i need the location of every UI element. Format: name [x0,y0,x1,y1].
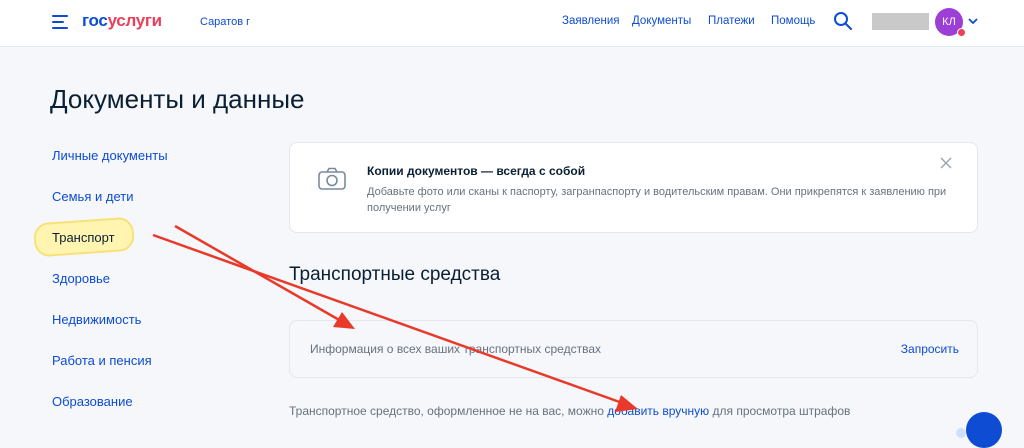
sidebar-item-work-pension[interactable]: Работа и пенсия [52,353,152,368]
note-text-before: Транспортное средство, оформленное не на… [289,404,608,418]
nav-help[interactable]: Помощь [771,15,815,27]
logo-part-1: гос [82,11,108,30]
search-icon[interactable] [833,11,853,31]
add-manually-note: Транспортное средство, оформленное не на… [289,404,850,418]
section-title-vehicles: Транспортные средства [289,264,501,285]
camera-icon [318,167,346,190]
nav-applications[interactable]: Заявления [562,15,620,27]
request-button[interactable]: Запросить [901,342,959,356]
user-name-redacted[interactable] [872,13,929,30]
banner-text: Добавьте фото или сканы к паспорту, загр… [367,186,947,214]
page-title: Документы и данные [50,84,305,114]
sidebar-item-health[interactable]: Здоровье [52,271,110,286]
vehicles-info-text: Информация о всех ваших транспортных сре… [310,342,602,356]
notification-dot [957,28,966,37]
sidebar-item-family[interactable]: Семья и дети [52,189,133,204]
chat-assistant-button[interactable] [966,412,1002,448]
menu-icon[interactable] [52,15,68,29]
nav-documents[interactable]: Документы [632,15,691,27]
city-selector[interactable]: Саратов г [200,16,250,28]
chat-decoration [956,428,966,438]
sidebar-item-realty[interactable]: Недвижимость [52,312,141,327]
vehicles-info-card: Информация о всех ваших транспортных сре… [289,320,978,378]
document-copies-banner: Копии документов — всегда с собой Добавь… [289,142,978,233]
sidebar-item-transport[interactable]: Транспорт [52,230,115,245]
close-icon[interactable] [940,157,952,169]
sidebar-item-education[interactable]: Образование [52,394,133,409]
top-header: госуслуги Саратов г Заявления Документы … [0,0,1024,47]
gosuslugi-logo[interactable]: госуслуги [82,11,162,31]
add-manually-link[interactable]: добавить вручную [607,404,709,418]
banner-title: Копии документов — всегда с собой [367,164,586,178]
nav-payments[interactable]: Платежи [708,15,755,27]
sidebar-item-personal-documents[interactable]: Личные документы [52,148,168,163]
logo-part-2: услуги [107,11,163,30]
note-text-after: для просмотра штрафов [709,404,851,418]
chevron-down-icon[interactable] [968,17,978,25]
